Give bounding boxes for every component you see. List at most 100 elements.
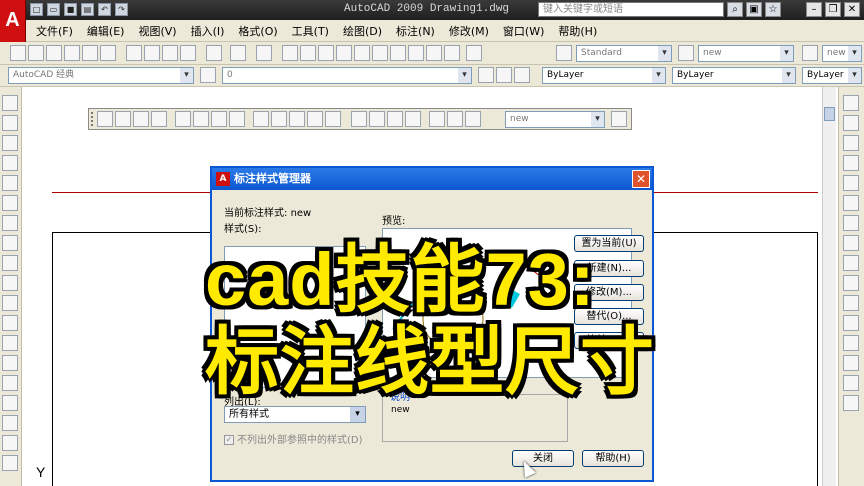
dim-style-select[interactable]: new	[698, 45, 794, 62]
diameter-dim-icon[interactable]	[211, 111, 227, 127]
redo-toolbar-icon[interactable]	[256, 45, 272, 61]
block-editor-icon[interactable]	[206, 45, 222, 61]
menu-tools[interactable]: 工具(T)	[292, 23, 329, 39]
pan-icon[interactable]	[282, 45, 298, 61]
baseline-dim-icon[interactable]	[271, 111, 287, 127]
menu-draw[interactable]: 绘图(D)	[343, 23, 382, 39]
ordinate-dim-icon[interactable]	[151, 111, 167, 127]
application-menu-button[interactable]: A	[0, 0, 26, 42]
cut-icon[interactable]	[126, 45, 142, 61]
offset-icon[interactable]	[843, 155, 859, 171]
layer-select[interactable]: 0	[222, 67, 472, 84]
inspection-icon[interactable]	[387, 111, 403, 127]
arc-icon[interactable]	[2, 195, 18, 211]
menu-format[interactable]: 格式(O)	[238, 23, 277, 39]
sheet-set-icon[interactable]	[408, 45, 424, 61]
menu-edit[interactable]: 编辑(E)	[87, 23, 125, 39]
zoom-previous-icon[interactable]	[336, 45, 352, 61]
paste-icon[interactable]	[162, 45, 178, 61]
ellipse-arc-icon[interactable]	[2, 295, 18, 311]
tool-palettes-icon[interactable]	[390, 45, 406, 61]
print-icon[interactable]: ▤	[81, 3, 94, 16]
menu-modify[interactable]: 修改(M)	[449, 23, 489, 39]
properties-icon[interactable]	[354, 45, 370, 61]
hatch-icon[interactable]	[2, 375, 18, 391]
array-icon[interactable]	[843, 175, 859, 191]
make-block-icon[interactable]	[2, 335, 18, 351]
make-layer-current-icon[interactable]	[478, 67, 494, 83]
help-button[interactable]: 帮助(H)	[582, 450, 644, 467]
open-icon[interactable]: ▭	[47, 3, 60, 16]
dim-text-edit-icon[interactable]	[447, 111, 463, 127]
join-icon[interactable]	[843, 335, 859, 351]
linetype-select[interactable]: ByLayer	[672, 67, 796, 84]
continue-dim-icon[interactable]	[289, 111, 305, 127]
new-icon[interactable]: □	[30, 3, 43, 16]
rotate-icon[interactable]	[843, 215, 859, 231]
close-icon[interactable]: ✕	[844, 2, 860, 17]
circle-icon[interactable]	[2, 215, 18, 231]
quick-dim-icon[interactable]	[253, 111, 269, 127]
linear-dim-icon[interactable]	[97, 111, 113, 127]
table-style-select[interactable]: new	[822, 45, 862, 62]
save-icon[interactable]: ■	[64, 3, 77, 16]
publish-icon[interactable]	[100, 45, 116, 61]
spline-icon[interactable]	[2, 255, 18, 271]
polygon-icon[interactable]	[2, 155, 18, 171]
table-icon[interactable]	[2, 435, 18, 451]
workspace-settings-icon[interactable]	[200, 67, 216, 83]
explode-icon[interactable]	[843, 395, 859, 411]
layer-previous-icon[interactable]	[496, 67, 512, 83]
construction-line-icon[interactable]	[2, 115, 18, 131]
text-style-icon[interactable]	[556, 45, 572, 61]
center-mark-icon[interactable]	[369, 111, 385, 127]
minimize-icon[interactable]: –	[806, 2, 822, 17]
zoom-window-icon[interactable]	[318, 45, 334, 61]
tolerance-icon[interactable]	[351, 111, 367, 127]
redo-icon[interactable]: ↷	[115, 3, 128, 16]
region-icon[interactable]	[2, 415, 18, 431]
dim-edit-icon[interactable]	[429, 111, 445, 127]
jogged-dim-icon[interactable]	[193, 111, 209, 127]
scroll-thumb[interactable]	[824, 107, 835, 121]
menu-file[interactable]: 文件(F)	[36, 23, 73, 39]
design-center-icon[interactable]	[372, 45, 388, 61]
new-file-icon[interactable]	[10, 45, 26, 61]
fillet-icon[interactable]	[843, 375, 859, 391]
copy-icon[interactable]	[144, 45, 160, 61]
color-select[interactable]: ByLayer	[542, 67, 666, 84]
zoom-realtime-icon[interactable]	[300, 45, 316, 61]
point-icon[interactable]	[2, 355, 18, 371]
restore-icon[interactable]: ❐	[825, 2, 841, 17]
move-icon[interactable]	[843, 195, 859, 211]
search-icon[interactable]: ⌕	[727, 2, 743, 17]
save-file-icon[interactable]	[46, 45, 62, 61]
mirror-icon[interactable]	[843, 135, 859, 151]
arc-length-icon[interactable]	[133, 111, 149, 127]
lineweight-select[interactable]: ByLayer	[802, 67, 862, 84]
menu-window[interactable]: 窗口(W)	[503, 23, 544, 39]
jogged-linear-icon[interactable]	[405, 111, 421, 127]
search-input[interactable]: 键入关键字或短语	[538, 2, 724, 17]
markup-icon[interactable]	[426, 45, 442, 61]
layer-states-icon[interactable]	[514, 67, 530, 83]
checkbox-icon[interactable]: ✓	[224, 435, 234, 445]
toolbar-grip[interactable]	[91, 112, 94, 126]
extend-icon[interactable]	[843, 295, 859, 311]
communication-center-icon[interactable]: ▣	[746, 2, 762, 17]
menu-view[interactable]: 视图(V)	[138, 23, 176, 39]
gradient-icon[interactable]	[2, 395, 18, 411]
angular-dim-icon[interactable]	[229, 111, 245, 127]
trim-icon[interactable]	[843, 275, 859, 291]
table-style-icon[interactable]	[802, 45, 818, 61]
menu-help[interactable]: 帮助(H)	[558, 23, 597, 39]
radius-dim-icon[interactable]	[175, 111, 191, 127]
undo-icon[interactable]: ↶	[98, 3, 111, 16]
polyline-icon[interactable]	[2, 135, 18, 151]
dialog-close-icon[interactable]: ✕	[632, 170, 650, 188]
text-style-select[interactable]: Standard	[576, 45, 672, 62]
undo-toolbar-icon[interactable]	[230, 45, 246, 61]
stretch-icon[interactable]	[843, 255, 859, 271]
line-tool-icon[interactable]	[2, 95, 18, 111]
erase-icon[interactable]	[843, 95, 859, 111]
